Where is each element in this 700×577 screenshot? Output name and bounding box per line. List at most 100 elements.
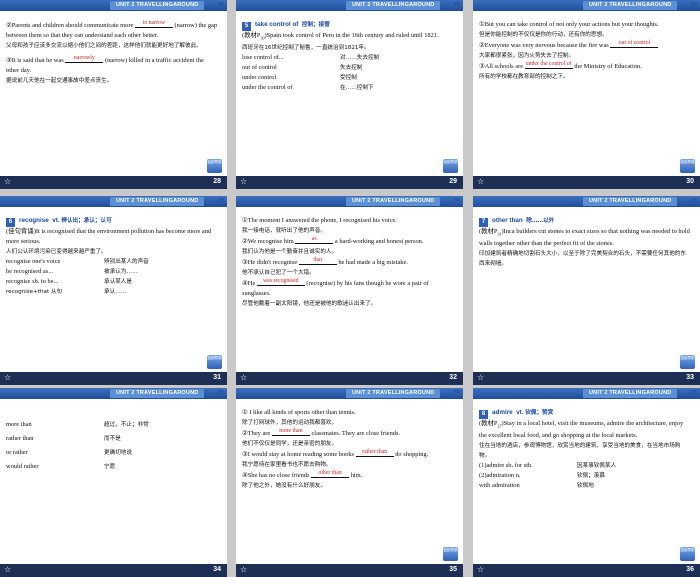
item-number-badge: 8 bbox=[479, 410, 488, 419]
star-icon[interactable]: ☆ bbox=[240, 373, 247, 382]
slide-footer: ☆ 36 bbox=[473, 564, 700, 577]
chinese-translation: 据说前几天他在一起交通事故中差点丧生。 bbox=[6, 78, 113, 84]
star-icon[interactable]: ☆ bbox=[477, 565, 484, 574]
phrase-row: (1)admire sb. for sth. 因某事钦佩某人 bbox=[479, 462, 617, 470]
header-square bbox=[454, 390, 460, 396]
sentence-text: ③I would stay at home reading some books bbox=[242, 451, 356, 458]
slide-content: ②Parents and children should communicate… bbox=[6, 20, 218, 86]
slide-header: UNIT 2 TRAVELLINGAROUND bbox=[0, 196, 227, 207]
header-square bbox=[454, 2, 460, 8]
phrase-row: recognise one's voice 辨别出某人的声音 bbox=[6, 258, 149, 265]
star-icon[interactable]: ☆ bbox=[240, 177, 247, 186]
page-number: 29 bbox=[449, 178, 457, 185]
slide-footer: ☆ 28 bbox=[0, 176, 227, 189]
chinese-translation: 所有的学校都在教育部的控制之下。 bbox=[479, 74, 569, 80]
unit-tag: UNIT 2 TRAVELLINGAROUND bbox=[346, 389, 441, 398]
phrase-row: out of control 失去控制 bbox=[242, 64, 363, 72]
answer-blank: rather than bbox=[355, 449, 394, 457]
sentence-text: ②They are bbox=[242, 430, 272, 437]
nav-return-button[interactable]: 返回导航 bbox=[680, 355, 695, 369]
slide-footer: ☆ 34 bbox=[0, 564, 227, 577]
chinese-translation: 我一接电话，就听出了他的声音。 bbox=[242, 228, 326, 234]
chinese-translation: 尽管他戴着一副太阳镜，他还是被他的歌迷认出来了。 bbox=[242, 301, 377, 307]
star-icon[interactable]: ☆ bbox=[4, 177, 11, 186]
chinese-translation: 大家都很紧张，因为火势失去了控制。 bbox=[479, 53, 575, 59]
sentence-text: a hard-working and honest person. bbox=[333, 238, 424, 245]
nav-return-button[interactable]: 返回导航 bbox=[680, 547, 695, 561]
nav-return-button[interactable]: 返回导航 bbox=[443, 159, 458, 173]
nav-return-button[interactable]: 返回导航 bbox=[680, 159, 695, 173]
unit-tag: UNIT 2 TRAVELLINGAROUND bbox=[346, 197, 441, 206]
sentence-text: him. bbox=[349, 472, 363, 479]
star-icon[interactable]: ☆ bbox=[240, 565, 247, 574]
chinese-translation: 除了打网球外，其他的运动我都喜欢。 bbox=[242, 420, 338, 426]
slide-30[interactable]: UNIT 2 TRAVELLINGAROUND ①But you can tak… bbox=[473, 0, 700, 189]
answer-blank: under the control of bbox=[524, 61, 573, 69]
slide-35[interactable]: UNIT 2 TRAVELLINGAROUND ① I like all kin… bbox=[236, 388, 463, 577]
slide-header: UNIT 2 TRAVELLINGAROUND bbox=[236, 196, 463, 207]
unit-tag: UNIT 2 TRAVELLINGAROUND bbox=[583, 1, 678, 10]
nav-return-button[interactable]: 返回导航 bbox=[207, 355, 222, 369]
star-icon[interactable]: ☆ bbox=[477, 373, 484, 382]
sentence-text: ③All schools are bbox=[479, 63, 525, 70]
star-icon[interactable]: ☆ bbox=[4, 565, 11, 574]
slide-32[interactable]: UNIT 2 TRAVELLINGAROUND ①The moment I an… bbox=[236, 196, 463, 385]
page-number: 28 bbox=[213, 178, 221, 185]
sentence-text: ①But you can take control of not only yo… bbox=[479, 21, 659, 28]
phrase-row: more than 超过，不止；非常 bbox=[6, 421, 149, 428]
chinese-translation: 住在当地的酒店，参观博物馆，欣赏当地的建筑，享受当地的美食，在当地市场购物。 bbox=[479, 443, 681, 460]
unit-tag: UNIT 2 TRAVELLINGAROUND bbox=[110, 389, 205, 398]
answer-blank: out of control bbox=[610, 40, 659, 48]
sentence-text: ④He bbox=[242, 280, 257, 287]
slide-footer: ☆ 31 bbox=[0, 372, 227, 385]
phrase-row: under the control of 在……控制下 bbox=[242, 84, 374, 92]
phrase-row: would rather 宁愿 bbox=[6, 463, 116, 470]
chinese-translation: 但是你能控制的不仅仅是你的行动，还有你的思想。 bbox=[479, 32, 608, 38]
answer-blank: more than bbox=[271, 428, 310, 436]
slide-header: UNIT 2 TRAVELLINGAROUND bbox=[0, 388, 227, 399]
slide-content: 5 take control of 控制；接管 (教材P30)Spain took… bbox=[242, 20, 454, 93]
vocab-heading: 6 recognise vt. 辨认出；承认；认可 bbox=[6, 216, 218, 227]
slide-33[interactable]: UNIT 2 TRAVELLINGAROUND 7 other than 除……以… bbox=[473, 196, 700, 385]
slide-28[interactable]: UNIT 2 TRAVELLINGAROUND ②Parents and chi… bbox=[0, 0, 227, 189]
header-square bbox=[218, 198, 224, 204]
sentence-text: do shopping. bbox=[393, 451, 429, 458]
nav-return-button[interactable]: 返回导航 bbox=[207, 159, 222, 173]
answer-blank: as bbox=[295, 236, 334, 244]
item-number-badge: 7 bbox=[479, 218, 488, 227]
chinese-translation: 我宁愿待在家里看书也不愿去购物。 bbox=[242, 462, 332, 468]
answer-blank: to narrow bbox=[134, 20, 173, 28]
star-icon[interactable]: ☆ bbox=[4, 373, 11, 382]
header-square bbox=[691, 2, 697, 8]
chinese-translation: 西班牙在16世纪控制了秘鲁，一直统治到1821年。 bbox=[242, 45, 370, 52]
slide-34[interactable]: UNIT 2 TRAVELLINGAROUND more than 超过，不止；非… bbox=[0, 388, 227, 577]
chinese-translation: 父母和孩子应该多交流以缩小他们之间的差距，这样他们就能更好地了解彼此。 bbox=[6, 43, 202, 49]
vocab-heading: 5 take control of 控制；接管 bbox=[242, 20, 454, 31]
slide-content: ①But you can take control of not only yo… bbox=[479, 20, 691, 82]
vocab-heading: 7 other than 除……以外 bbox=[479, 216, 691, 227]
slide-29[interactable]: UNIT 2 TRAVELLINGAROUND 5 take control of… bbox=[236, 0, 463, 189]
phrase-row: with admiration 钦佩地 bbox=[479, 482, 594, 490]
slide-footer: ☆ 32 bbox=[236, 372, 463, 385]
slide-footer: ☆ 33 bbox=[473, 372, 700, 385]
header-square bbox=[454, 198, 460, 204]
answer-blank: other than bbox=[311, 470, 350, 478]
page-number: 30 bbox=[686, 178, 694, 185]
phrase-row: (2)admiration n. 钦佩；羡慕 bbox=[479, 472, 605, 480]
chinese-translation: 我们认为他是一个勤奋并且诚实的人。 bbox=[242, 249, 338, 255]
slide-36[interactable]: UNIT 2 TRAVELLINGAROUND 8 admire vt. 钦佩；赞… bbox=[473, 388, 700, 577]
nav-return-button[interactable]: 返回导航 bbox=[443, 547, 458, 561]
sentence-text: ②We recognise him bbox=[242, 238, 296, 245]
chinese-translation: 除了他之外，她没有什么好朋友。 bbox=[242, 483, 326, 489]
answer-blank: narrowly bbox=[65, 55, 104, 63]
page-number: 34 bbox=[213, 566, 221, 573]
slide-content: ①The moment I answered the phone, I reco… bbox=[242, 216, 454, 309]
page-number: 33 bbox=[686, 374, 694, 381]
sentence-text: ④She has no close friends bbox=[242, 472, 312, 479]
star-icon[interactable]: ☆ bbox=[477, 177, 484, 186]
chinese-translation: 印加建筑者精确地切割石头大小，以至于除了完美契合的石头，不需要任何其他的东西来砌… bbox=[479, 251, 686, 268]
slide-31[interactable]: UNIT 2 TRAVELLINGAROUND 6 recognise vt. 辨… bbox=[0, 196, 227, 385]
slide-footer: ☆ 29 bbox=[236, 176, 463, 189]
unit-tag: UNIT 2 TRAVELLINGAROUND bbox=[346, 1, 441, 10]
answer-blank: that bbox=[298, 257, 337, 265]
